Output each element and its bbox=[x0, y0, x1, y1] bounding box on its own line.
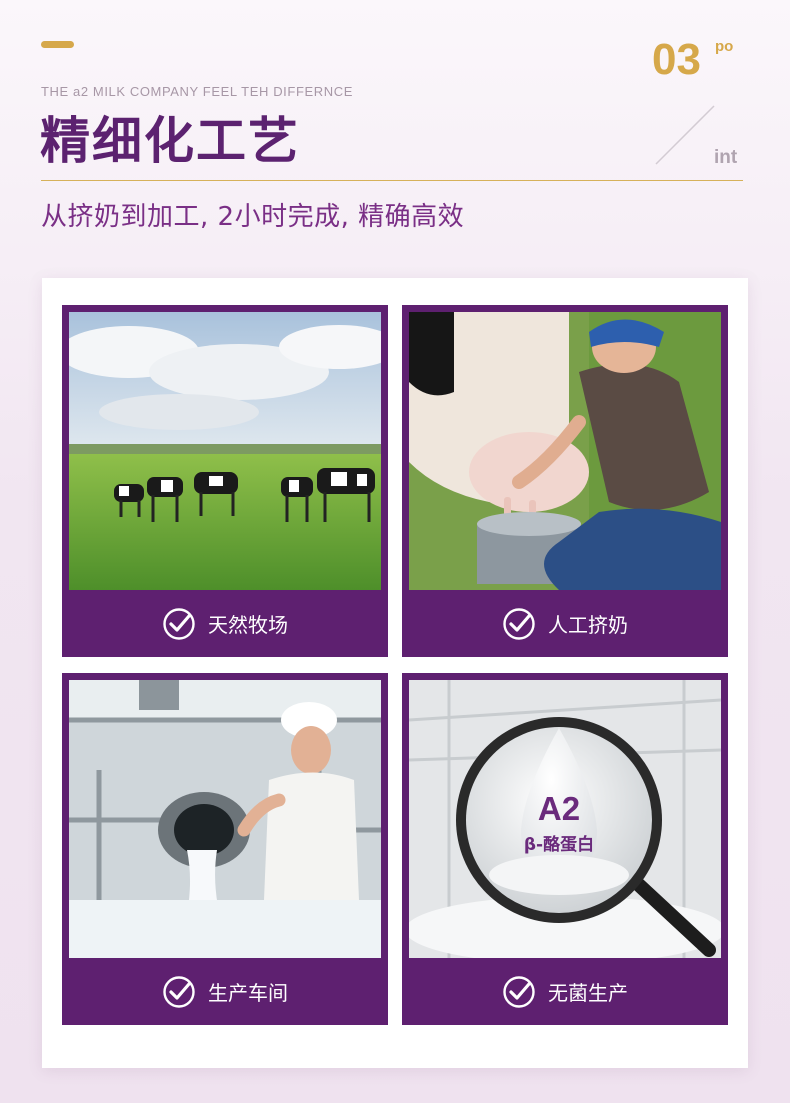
cards-panel: 天然牧场 人工挤奶 生产车间 A2 β-酪蛋白 无菌生产 bbox=[42, 278, 748, 1068]
card-label-text: 无菌生产 bbox=[548, 981, 628, 1005]
accent-bar bbox=[41, 41, 74, 48]
magnifier-text-protein: β-酪蛋白 bbox=[523, 835, 595, 855]
page-title: 精细化工艺 bbox=[40, 112, 300, 170]
section-number: 03 bbox=[652, 35, 701, 84]
page-subtitle: 从挤奶到加工, 2小时完成, 精确高效 bbox=[41, 202, 465, 232]
magnifier-text-a2: A2 bbox=[537, 790, 581, 827]
card-hand-milking: 人工挤奶 bbox=[402, 305, 728, 657]
pasture-photo bbox=[69, 312, 381, 590]
card-workshop: 生产车间 bbox=[62, 673, 388, 1025]
eyebrow-text: THE a2 MILK COMPANY FEEL TEH DIFFERNCE bbox=[41, 84, 353, 99]
card-label-text: 天然牧场 bbox=[208, 613, 288, 637]
card-label: 天然牧场 bbox=[62, 590, 388, 657]
card-label-text: 生产车间 bbox=[208, 981, 288, 1005]
check-circle-icon bbox=[503, 607, 535, 640]
section-number-suffix: po bbox=[715, 38, 734, 55]
card-label-text: 人工挤奶 bbox=[548, 613, 628, 637]
check-circle-icon bbox=[503, 975, 535, 1008]
workshop-photo bbox=[69, 680, 381, 958]
card-aseptic: A2 β-酪蛋白 无菌生产 bbox=[402, 673, 728, 1025]
milking-photo bbox=[409, 312, 721, 590]
card-pasture: 天然牧场 bbox=[62, 305, 388, 657]
card-label: 无菌生产 bbox=[402, 958, 728, 1025]
corner-word: int bbox=[714, 147, 738, 168]
divider-line bbox=[41, 180, 743, 181]
card-label: 生产车间 bbox=[62, 958, 388, 1025]
aseptic-photo: A2 β-酪蛋白 bbox=[409, 680, 721, 958]
check-circle-icon bbox=[163, 607, 195, 640]
check-circle-icon bbox=[163, 975, 195, 1008]
decorative-slash bbox=[655, 105, 715, 165]
card-label: 人工挤奶 bbox=[402, 590, 728, 657]
